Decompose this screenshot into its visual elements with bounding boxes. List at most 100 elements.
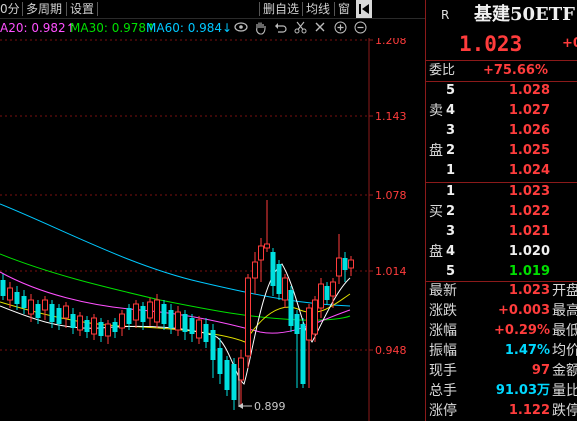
candle-body-down xyxy=(35,304,41,318)
candle-body-up xyxy=(318,283,324,309)
sell-level-row[interactable]: 5 1.028 xyxy=(426,81,577,101)
kline-chart[interactable]: 1.208 1.143 1.078 1.014 0.948 0.899 xyxy=(0,38,425,421)
stat-right-label: 量比 xyxy=(552,383,577,399)
candle-body-down xyxy=(276,264,282,294)
buy-level-row[interactable]: 买 2 1.022 xyxy=(426,202,577,222)
book-level: 1 xyxy=(446,163,456,178)
book-level: 1 xyxy=(446,184,456,199)
candle-body-up xyxy=(7,287,13,301)
quote-header: R 基建50ETF xyxy=(426,2,577,28)
multi-period-button[interactable]: 多周期 xyxy=(26,1,62,17)
buy-level-row[interactable]: 1 1.023 xyxy=(426,182,577,202)
book-level: 5 xyxy=(446,83,456,98)
candle-body-down xyxy=(0,280,6,296)
buy-level-row[interactable]: 3 1.021 xyxy=(426,222,577,242)
close-icon[interactable] xyxy=(314,21,326,37)
eye-icon[interactable] xyxy=(234,21,248,37)
price-axis-label: 1.078 xyxy=(375,189,407,202)
stat-label: 现手 xyxy=(429,363,457,379)
stat-label: 最新 xyxy=(429,283,457,299)
stat-value: 97 xyxy=(531,363,550,378)
scissors-icon[interactable] xyxy=(294,21,307,38)
divider xyxy=(22,2,23,16)
sell-level-row[interactable]: 盘 2 1.025 xyxy=(426,141,577,161)
stat-label: 涨幅 xyxy=(429,323,457,339)
book-price: 1.027 xyxy=(508,103,550,118)
candle-body-up xyxy=(28,299,34,315)
stat-right-label: 金额 xyxy=(552,363,577,379)
divider xyxy=(334,2,335,16)
low-marker: 0.899 xyxy=(238,368,286,413)
candle-body-down xyxy=(49,304,55,322)
candle-body-down xyxy=(342,258,348,270)
security-name: 基建50ETF xyxy=(474,4,575,25)
settings-button[interactable]: 设置 xyxy=(70,1,94,17)
change-value: +0 xyxy=(562,36,577,51)
candle-body-down xyxy=(231,364,237,400)
stat-value: 1.122 xyxy=(508,403,550,418)
candle-body-down xyxy=(224,360,230,390)
book-price: 1.028 xyxy=(508,83,550,98)
undo-icon[interactable] xyxy=(274,21,287,37)
buy-level-row[interactable]: 盘 4 1.020 xyxy=(426,242,577,262)
period-tab[interactable]: 0分 xyxy=(0,1,20,17)
quote-panel: R 基建50ETF 1.023 +0 委比 +75.66% 51.028卖41.… xyxy=(425,0,577,421)
price-axis-label: 1.014 xyxy=(375,265,407,278)
stat-row: 涨跌 +0.003 最高 xyxy=(426,301,577,321)
candle-body-up xyxy=(252,261,258,279)
candle-body-up xyxy=(175,311,181,331)
candle-body-up xyxy=(77,315,83,331)
weibi-value: +75.66% xyxy=(482,63,548,78)
candle-body-down xyxy=(14,292,20,304)
book-level: 2 xyxy=(446,204,456,219)
candle-body-up xyxy=(258,245,264,261)
market-badge: R xyxy=(441,8,450,22)
candle-body-down xyxy=(182,314,188,332)
stat-row: 总手 91.03万 量比 xyxy=(426,381,577,401)
skip-back-icon[interactable] xyxy=(356,0,372,18)
sell-side-label: 卖 xyxy=(429,103,443,119)
candle-body-down xyxy=(161,304,167,324)
sell-level-row[interactable]: 3 1.026 xyxy=(426,121,577,141)
remove-watchlist-button[interactable]: 删自选 xyxy=(263,1,299,17)
ma-button[interactable]: 均线 xyxy=(306,1,330,17)
candle-body-up xyxy=(312,299,318,335)
zoom-out-icon[interactable] xyxy=(354,21,367,38)
hand-icon[interactable] xyxy=(254,21,267,39)
candle-body-up xyxy=(196,319,202,339)
price-axis-label: 1.143 xyxy=(375,110,407,123)
book-level: 3 xyxy=(446,224,456,239)
window-button[interactable]: 窗 xyxy=(338,1,350,17)
zoom-in-icon[interactable] xyxy=(334,21,347,38)
book-level: 2 xyxy=(446,143,456,158)
candle-body-up xyxy=(154,299,160,323)
candle-body-down xyxy=(168,310,174,328)
candle-body-up xyxy=(348,259,354,269)
stat-right-label: 均价 xyxy=(552,343,577,359)
candle-body-up xyxy=(306,307,312,341)
stat-value: 1.47% xyxy=(504,343,550,358)
candle-body-down xyxy=(270,252,276,286)
candle-body-up xyxy=(264,243,270,249)
candle-body-up xyxy=(119,313,125,329)
weibi-label: 委比 xyxy=(429,63,456,78)
ma-line xyxy=(0,203,351,307)
stat-row: 最新 1.023 开盘 xyxy=(426,281,577,301)
candles xyxy=(0,200,354,410)
book-price: 1.020 xyxy=(508,244,550,259)
candle-body-down xyxy=(70,314,76,328)
stat-right-label: 开盘 xyxy=(552,283,577,299)
divider xyxy=(97,2,98,16)
sell-side-label: 盘 xyxy=(429,143,443,159)
sell-level-row[interactable]: 1 1.024 xyxy=(426,161,577,181)
ma30-label: MA30: 0.978↑ xyxy=(70,21,157,35)
chart-toolbar: 0分 多周期 设置 删自选 均线 窗 xyxy=(0,0,425,19)
divider xyxy=(66,2,67,16)
buy-level-row[interactable]: 5 1.019 xyxy=(426,262,577,282)
stat-row: 振幅 1.47% 均价 xyxy=(426,341,577,361)
buy-side-label: 盘 xyxy=(429,244,443,260)
book-level: 4 xyxy=(446,244,456,259)
sell-level-row[interactable]: 卖 4 1.027 xyxy=(426,101,577,121)
price-axis-label: 1.208 xyxy=(375,38,407,47)
candle-body-down xyxy=(324,286,330,300)
